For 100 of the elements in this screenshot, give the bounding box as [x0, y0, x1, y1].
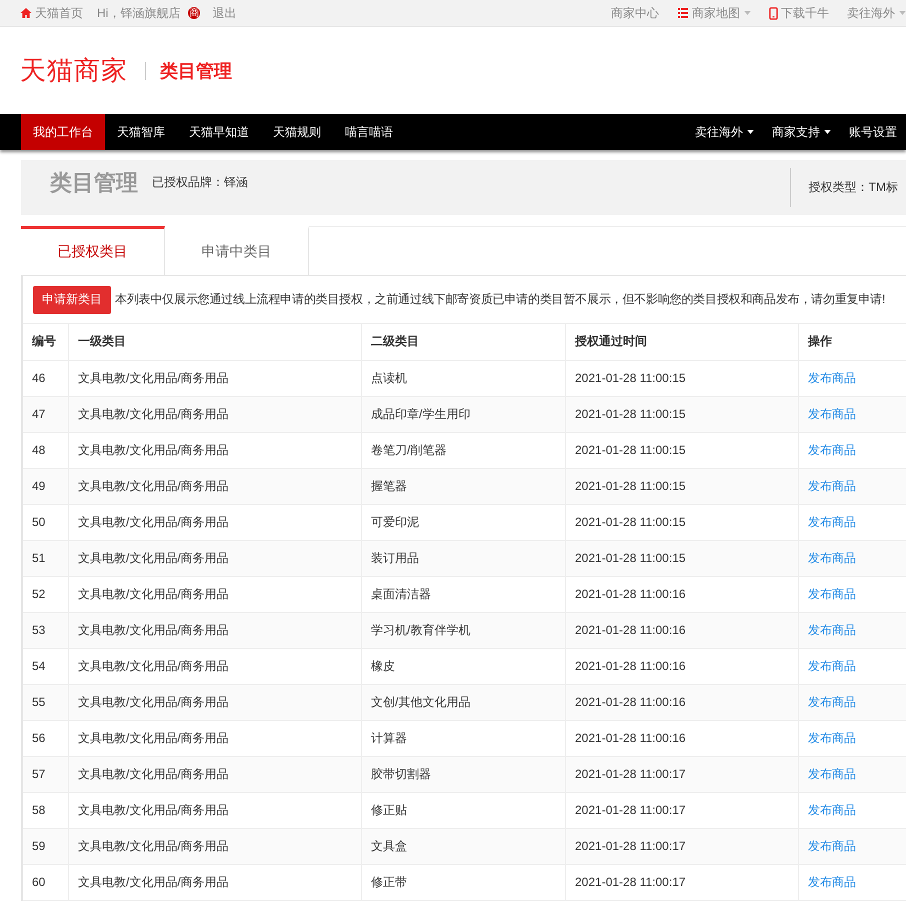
column-header: 一级类目	[68, 324, 362, 360]
publish-link[interactable]: 发布商品	[808, 478, 856, 492]
table-cell: 成品印章/学生用印	[362, 396, 566, 432]
home-link[interactable]: 天猫首页	[20, 4, 83, 22]
publish-link[interactable]: 发布商品	[808, 694, 856, 708]
table-cell: 文具电教/文化用品/商务用品	[68, 576, 362, 612]
top-bar-link[interactable]: 退出	[212, 4, 236, 22]
table-cell: 2021-01-28 11:00:15	[566, 504, 798, 540]
column-header: 授权通过时间	[566, 324, 798, 360]
publish-link[interactable]: 发布商品	[808, 730, 856, 744]
table-cell: 2021-01-28 11:00:17	[566, 756, 798, 792]
table-cell: 修正带	[362, 864, 566, 900]
table-cell: 装订用品	[362, 540, 566, 576]
table-cell: 文具电教/文化用品/商务用品	[68, 504, 362, 540]
table-cell: 文具电教/文化用品/商务用品	[68, 864, 362, 900]
table-cell: 修正贴	[362, 792, 566, 828]
publish-link[interactable]: 发布商品	[808, 514, 856, 528]
notice-text: 本列表中仅展示您通过线上流程申请的类目授权，之前通过线下邮寄资质已申请的类目暂不展示，但不影响您的类目授权和商品发布，请勿重复申请!	[115, 291, 886, 308]
table-cell: 桌面清洁器	[362, 576, 566, 612]
top-bar-link[interactable]: 商家中心	[611, 4, 659, 22]
table-cell: 60	[23, 864, 68, 900]
nav-item[interactable]: 卖往海外	[686, 114, 763, 150]
top-bar-link[interactable]: 卖往海外	[847, 4, 906, 22]
home-icon	[20, 7, 32, 19]
publish-link[interactable]: 发布商品	[808, 406, 856, 420]
table-cell: 文具电教/文化用品/商务用品	[68, 360, 362, 396]
nav-item[interactable]: 喵言喵语	[333, 114, 405, 150]
phone-icon	[769, 6, 778, 20]
table-cell: 2021-01-28 11:00:16	[566, 576, 798, 612]
table-cell: 胶带切割器	[362, 756, 566, 792]
table-cell: 2021-01-28 11:00:16	[566, 684, 798, 720]
nav-item[interactable]: 商家支持	[763, 114, 840, 150]
table-cell: 2021-01-28 11:00:15	[566, 468, 798, 504]
publish-link[interactable]: 发布商品	[808, 442, 856, 456]
tab[interactable]: 已授权类目	[21, 226, 165, 275]
table-cell: 文具电教/文化用品/商务用品	[68, 540, 362, 576]
table-cell: 卷笔刀/削笔器	[362, 432, 566, 468]
table-cell: 2021-01-28 11:00:15	[566, 396, 798, 432]
publish-link[interactable]: 发布商品	[808, 658, 856, 672]
nav-item[interactable]: 天猫早知道	[177, 114, 261, 150]
table-cell: 文具电教/文化用品/商务用品	[68, 720, 362, 756]
table-cell: 48	[23, 432, 68, 468]
table-cell: 47	[23, 396, 68, 432]
table-cell: 52	[23, 576, 68, 612]
table-cell: 文具盒	[362, 828, 566, 864]
publish-link[interactable]: 发布商品	[808, 838, 856, 852]
publish-link[interactable]: 发布商品	[808, 370, 856, 384]
table-cell: 2021-01-28 11:00:17	[566, 864, 798, 900]
table-cell: 54	[23, 648, 68, 684]
publish-link[interactable]: 发布商品	[808, 802, 856, 816]
table-cell: 2021-01-28 11:00:16	[566, 648, 798, 684]
page-title: 类目管理	[160, 60, 232, 82]
publish-link[interactable]: 发布商品	[808, 766, 856, 780]
table-cell: 文创/其他文化用品	[362, 684, 566, 720]
table-cell: 文具电教/文化用品/商务用品	[68, 756, 362, 792]
publish-link[interactable]: 发布商品	[808, 874, 856, 888]
top-bar-link[interactable]: 下载千牛	[769, 4, 829, 22]
auth-type-label: 授权类型：TM标	[790, 168, 906, 207]
top-bar-link[interactable]: 商家地图	[677, 4, 751, 22]
table-cell: 49	[23, 468, 68, 504]
table-cell: 学习机/教育伴学机	[362, 612, 566, 648]
table-cell: 文具电教/文化用品/商务用品	[68, 396, 362, 432]
table-cell: 2021-01-28 11:00:16	[566, 720, 798, 756]
table-cell: 文具电教/文化用品/商务用品	[68, 468, 362, 504]
column-header: 二级类目	[362, 324, 566, 360]
top-bar-link[interactable]: Hi，铎涵旗舰店	[97, 4, 180, 22]
table-cell: 56	[23, 720, 68, 756]
nav-item[interactable]: 天猫规则	[261, 114, 333, 150]
table-cell: 文具电教/文化用品/商务用品	[68, 792, 362, 828]
list-icon	[677, 7, 689, 19]
shop-badge: 商	[188, 7, 200, 19]
tab[interactable]: 申请中类目	[165, 226, 309, 275]
table-cell: 59	[23, 828, 68, 864]
table-cell: 53	[23, 612, 68, 648]
table-cell: 2021-01-28 11:00:16	[566, 612, 798, 648]
table-cell: 可爱印泥	[362, 504, 566, 540]
publish-link[interactable]: 发布商品	[808, 586, 856, 600]
table-cell: 2021-01-28 11:00:15	[566, 360, 798, 396]
nav-item[interactable]: 账号设置	[840, 114, 906, 150]
table-cell: 2021-01-28 11:00:17	[566, 792, 798, 828]
apply-category-button[interactable]: 申请新类目	[33, 286, 111, 314]
logo[interactable]: 天猫商家	[20, 53, 128, 88]
table-cell: 2021-01-28 11:00:15	[566, 540, 798, 576]
table-cell: 2021-01-28 11:00:15	[566, 432, 798, 468]
table-cell: 橡皮	[362, 648, 566, 684]
table-cell: 46	[23, 360, 68, 396]
table-cell: 文具电教/文化用品/商务用品	[68, 828, 362, 864]
table-cell: 50	[23, 504, 68, 540]
table-cell: 文具电教/文化用品/商务用品	[68, 648, 362, 684]
column-header: 编号	[23, 324, 68, 360]
brand-label: 已授权品牌：铎涵	[152, 174, 248, 191]
nav-item[interactable]: 天猫智库	[105, 114, 177, 150]
table-cell: 计算器	[362, 720, 566, 756]
table-cell: 58	[23, 792, 68, 828]
table-cell: 文具电教/文化用品/商务用品	[68, 684, 362, 720]
nav-item[interactable]: 我的工作台	[21, 114, 105, 150]
table-cell: 51	[23, 540, 68, 576]
section-title: 类目管理	[50, 170, 138, 196]
publish-link[interactable]: 发布商品	[808, 622, 856, 636]
publish-link[interactable]: 发布商品	[808, 550, 856, 564]
